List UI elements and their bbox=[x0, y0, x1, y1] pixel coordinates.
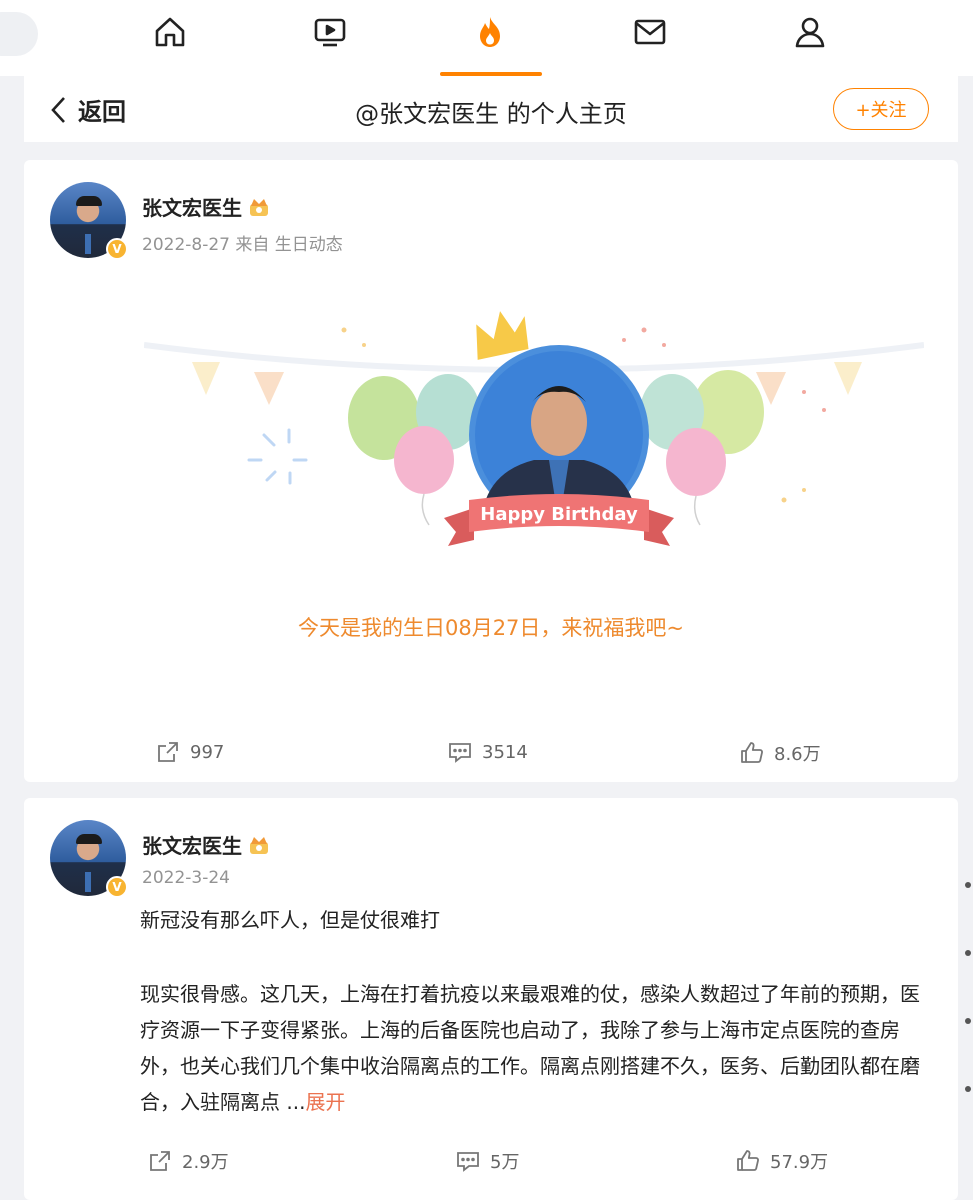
side-indicator-dot bbox=[965, 1018, 971, 1024]
author-name[interactable]: 张文宏医生 bbox=[142, 830, 242, 859]
comment-icon bbox=[449, 743, 471, 763]
author-name[interactable]: 张文宏医生 bbox=[142, 192, 242, 221]
share-icon bbox=[158, 742, 178, 762]
verified-badge-icon: V bbox=[106, 876, 128, 898]
vip-crown-icon bbox=[250, 836, 268, 854]
like-button[interactable]: 8.6万 bbox=[740, 740, 821, 766]
thumbs-up-icon bbox=[737, 1150, 759, 1171]
page-title: @张文宏医生 的个人主页 bbox=[355, 100, 627, 128]
side-indicator-dot bbox=[965, 882, 971, 888]
repost-button[interactable]: 997 bbox=[156, 740, 224, 764]
mail-icon[interactable] bbox=[632, 14, 668, 50]
like-count: 57.9万 bbox=[770, 1152, 829, 1173]
post-body: 现实很骨感。这几天，上海在打着抗疫以来最艰难的仗，感染人数超过了年前的预期，医疗… bbox=[140, 976, 920, 1120]
profile-icon[interactable] bbox=[792, 14, 828, 50]
svg-text:Happy Birthday: Happy Birthday bbox=[480, 504, 638, 525]
home-icon[interactable] bbox=[152, 14, 188, 50]
comment-count: 3514 bbox=[482, 741, 528, 763]
repost-count: 997 bbox=[190, 741, 225, 763]
repost-count: 2.9万 bbox=[182, 1152, 229, 1173]
birthday-card-image[interactable]: Happy Birthday bbox=[144, 300, 924, 570]
post-card: V 张文宏医生 2022-3-24 新冠没有那么吓人，但是仗很难打 现实很骨感。… bbox=[24, 798, 958, 1200]
post-body-text: 现实很骨感。这几天，上海在打着抗疫以来最艰难的仗，感染人数超过了年前的预期，医疗… bbox=[140, 982, 920, 1114]
share-icon bbox=[150, 1151, 170, 1171]
hot-icon[interactable] bbox=[472, 14, 508, 50]
post-card: V 张文宏医生 2022-8-27 来自 生日动态 Happy Birthday… bbox=[24, 160, 958, 782]
nav-left-pill[interactable] bbox=[0, 12, 38, 56]
comment-count: 5万 bbox=[490, 1152, 520, 1173]
vip-crown-icon bbox=[250, 198, 268, 216]
verified-badge-icon: V bbox=[106, 238, 128, 260]
repost-button[interactable]: 2.9万 bbox=[148, 1148, 229, 1174]
side-indicator-dot bbox=[965, 950, 971, 956]
birthday-message: 今天是我的生日08月27日，来祝福我吧~ bbox=[297, 616, 685, 640]
expand-link[interactable]: 展开 bbox=[305, 1090, 345, 1114]
top-nav bbox=[0, 0, 973, 76]
thumbs-up-icon bbox=[741, 742, 763, 763]
profile-header: 返回 @张文宏医生 的个人主页 +关注 bbox=[24, 76, 958, 142]
video-icon[interactable] bbox=[312, 14, 348, 50]
post-meta: 2022-8-27 来自 生日动态 bbox=[142, 235, 343, 255]
comment-button[interactable]: 3514 bbox=[448, 740, 528, 764]
like-count: 8.6万 bbox=[774, 744, 821, 765]
side-indicator-dot bbox=[965, 1086, 971, 1092]
like-button[interactable]: 57.9万 bbox=[736, 1148, 828, 1174]
comment-icon bbox=[457, 1152, 479, 1172]
comment-button[interactable]: 5万 bbox=[456, 1148, 519, 1174]
post-meta: 2022-3-24 bbox=[142, 868, 230, 888]
post-title: 新冠没有那么吓人，但是仗很难打 bbox=[140, 908, 440, 932]
follow-button[interactable]: +关注 bbox=[833, 88, 929, 130]
